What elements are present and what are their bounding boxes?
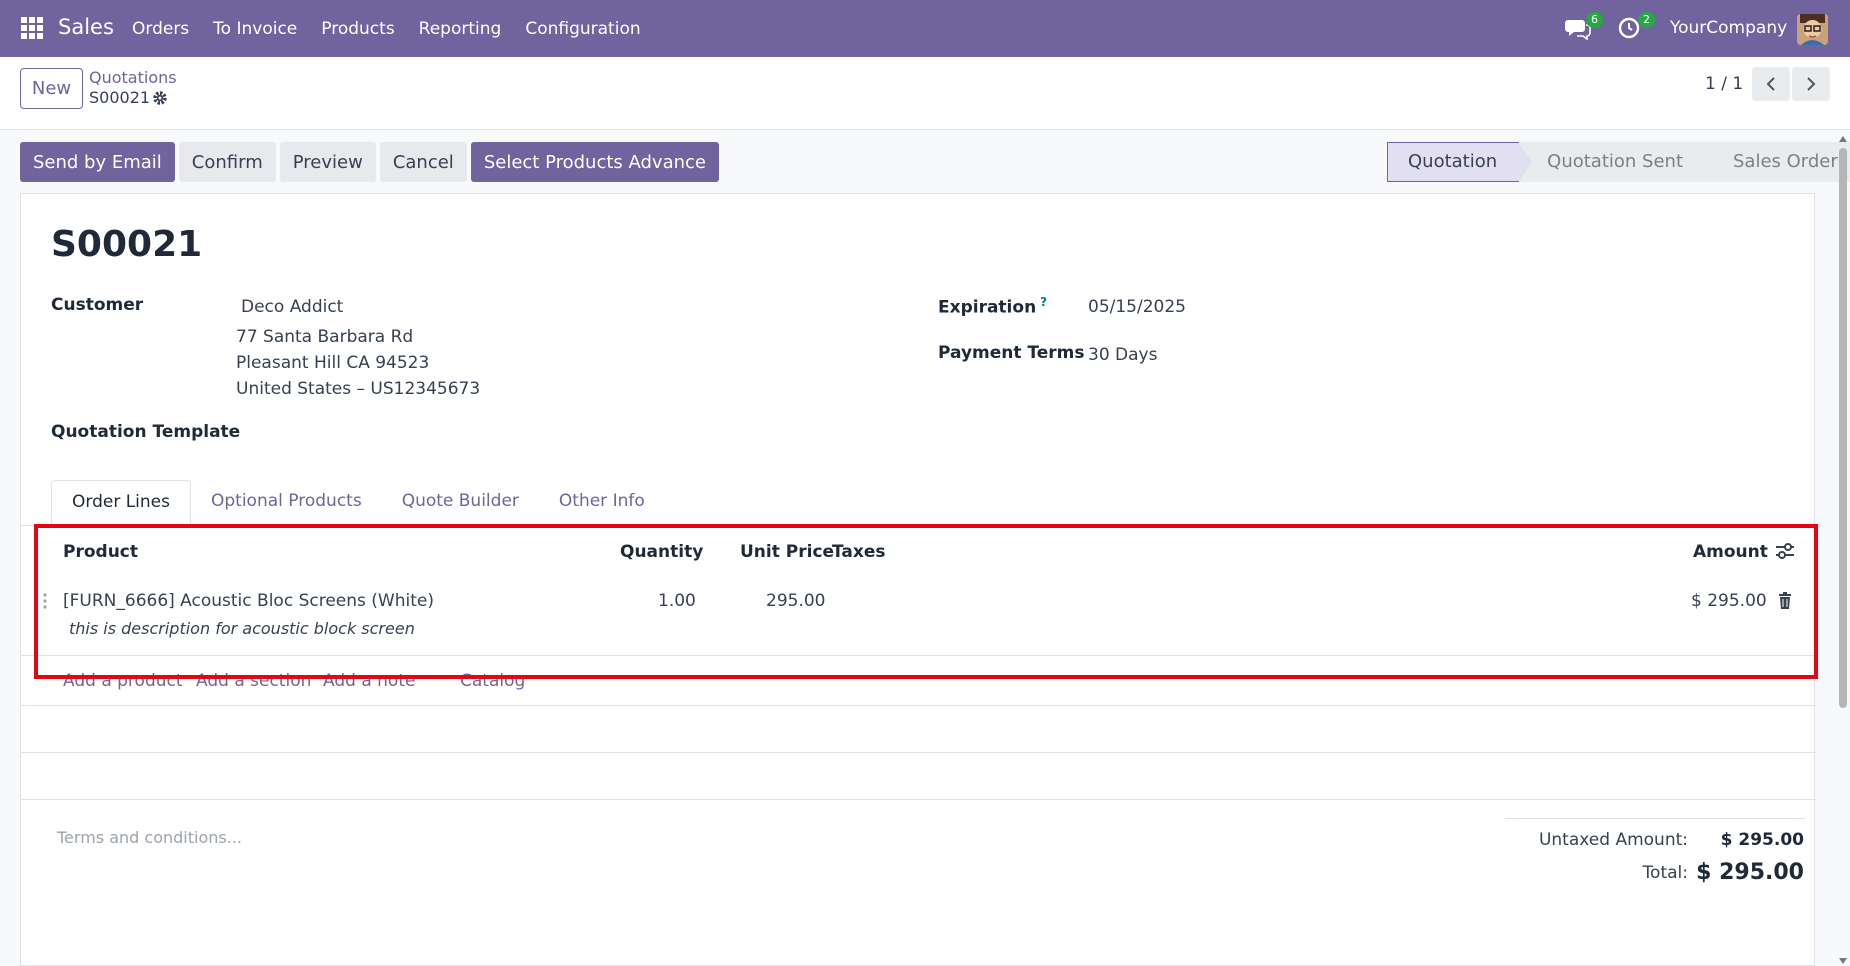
- customer-address-line2: Pleasant Hill CA 94523: [236, 353, 430, 373]
- optional-columns-settings-icon[interactable]: [1774, 542, 1796, 560]
- form-sheet: S00021 Customer Deco Addict 77 Santa Bar…: [20, 193, 1816, 966]
- stage-quotation-sent[interactable]: Quotation Sent: [1519, 142, 1719, 182]
- customer-address-line1: 77 Santa Barbara Rd: [236, 327, 414, 347]
- tab-order-lines[interactable]: Order Lines: [51, 480, 191, 526]
- customer-label: Customer: [51, 295, 144, 315]
- row-divider: [21, 655, 1816, 656]
- column-taxes[interactable]: Taxes: [832, 542, 886, 562]
- untaxed-amount-label: Untaxed Amount:: [1538, 830, 1688, 850]
- expiration-label: Expiration?: [938, 295, 1047, 318]
- terms-and-conditions-field[interactable]: Terms and conditions...: [57, 828, 242, 847]
- send-by-email-button[interactable]: Send by Email: [20, 142, 175, 182]
- activity-clock-icon[interactable]: 2: [1617, 12, 1655, 40]
- menu-configuration[interactable]: Configuration: [525, 19, 640, 39]
- trash-icon[interactable]: [1777, 592, 1793, 610]
- pager-next-button[interactable]: [1792, 67, 1830, 101]
- activities-badge: 2: [1638, 12, 1655, 28]
- line-unit-price[interactable]: 295.00: [766, 591, 825, 611]
- user-avatar[interactable]: [1797, 14, 1828, 45]
- line-quantity[interactable]: 1.00: [658, 591, 696, 611]
- stage-quotation[interactable]: Quotation: [1387, 142, 1534, 182]
- customer-address-line3: United States – US12345673: [236, 379, 481, 399]
- scroll-down-icon[interactable]: [1839, 958, 1847, 964]
- tab-quote-builder[interactable]: Quote Builder: [382, 480, 539, 526]
- breadcrumb-current-record: S00021: [89, 88, 151, 107]
- line-amount: $ 295.00: [1691, 591, 1767, 611]
- app-grid-icon[interactable]: [21, 17, 43, 39]
- add-section-link[interactable]: Add a section: [196, 671, 311, 691]
- app-name[interactable]: Sales: [58, 15, 114, 39]
- catalog-link[interactable]: Catalog: [460, 671, 525, 691]
- column-product[interactable]: Product: [63, 542, 138, 562]
- messages-badge: 6: [1586, 12, 1603, 28]
- messages-icon[interactable]: 6: [1565, 12, 1603, 41]
- menu-reporting[interactable]: Reporting: [419, 19, 502, 39]
- notebook-tabs: Order Lines Optional Products Quote Buil…: [51, 480, 665, 526]
- column-unit-price[interactable]: Unit Price: [740, 542, 834, 562]
- top-navbar: Sales Orders To Invoice Products Reporti…: [0, 0, 1850, 57]
- preview-button[interactable]: Preview: [279, 142, 376, 182]
- tab-other-info[interactable]: Other Info: [539, 480, 665, 526]
- tab-divider: [21, 525, 1816, 526]
- expiration-label-text: Expiration: [938, 297, 1037, 318]
- total-value: $ 295.00: [1696, 860, 1804, 885]
- expiration-date-field[interactable]: 05/15/2025: [1088, 297, 1186, 317]
- line-description[interactable]: this is description for acoustic block s…: [69, 619, 415, 638]
- chevron-left-icon: [1766, 77, 1775, 91]
- confirm-button[interactable]: Confirm: [178, 142, 276, 182]
- company-switcher[interactable]: YourCompany: [1670, 18, 1787, 38]
- stage-sales-order[interactable]: Sales Order: [1705, 142, 1850, 182]
- row-divider: [21, 799, 1816, 800]
- drag-handle-icon[interactable]: [42, 592, 48, 610]
- menu-orders[interactable]: Orders: [132, 19, 189, 39]
- new-button[interactable]: New: [20, 68, 83, 109]
- pager-value[interactable]: 1 / 1: [1705, 74, 1743, 94]
- gear-icon[interactable]: [152, 90, 168, 106]
- untaxed-amount-value: $ 295.00: [1720, 830, 1804, 850]
- line-product[interactable]: [FURN_6666] Acoustic Bloc Screens (White…: [63, 591, 434, 611]
- row-divider: [21, 705, 1816, 706]
- record-title: S00021: [51, 224, 203, 265]
- scroll-up-icon[interactable]: [1839, 136, 1847, 142]
- column-amount[interactable]: Amount: [1693, 542, 1768, 562]
- action-buttons: Send by Email Confirm Preview Cancel Sel…: [20, 142, 723, 182]
- status-bar: Quotation Quotation Sent Sales Order: [1387, 142, 1850, 182]
- help-tooltip-icon[interactable]: ?: [1040, 295, 1047, 309]
- payment-terms-label: Payment Terms: [938, 343, 1085, 363]
- scroll-thumb[interactable]: [1839, 148, 1847, 708]
- customer-field[interactable]: Deco Addict: [241, 297, 343, 317]
- menu-products[interactable]: Products: [321, 19, 394, 39]
- select-products-advance-button[interactable]: Select Products Advance: [470, 142, 719, 182]
- payment-terms-field[interactable]: 30 Days: [1088, 345, 1157, 365]
- add-product-link[interactable]: Add a product: [63, 671, 183, 691]
- add-note-link[interactable]: Add a note: [323, 671, 415, 691]
- row-divider: [21, 752, 1816, 753]
- pager-previous-button[interactable]: [1752, 67, 1790, 101]
- quotation-template-label: Quotation Template: [51, 422, 241, 442]
- chevron-right-icon: [1807, 77, 1816, 91]
- column-quantity[interactable]: Quantity: [620, 542, 703, 562]
- main-menu: Orders To Invoice Products Reporting Con…: [120, 19, 653, 39]
- control-panel: New Quotations S00021 1 / 1: [0, 57, 1850, 130]
- page-scrollbar[interactable]: [1836, 134, 1850, 966]
- totals-divider: [1505, 818, 1805, 819]
- breadcrumb-quotations[interactable]: Quotations: [89, 68, 177, 87]
- cancel-button[interactable]: Cancel: [379, 142, 467, 182]
- menu-to-invoice[interactable]: To Invoice: [213, 19, 297, 39]
- tab-optional-products[interactable]: Optional Products: [191, 480, 382, 526]
